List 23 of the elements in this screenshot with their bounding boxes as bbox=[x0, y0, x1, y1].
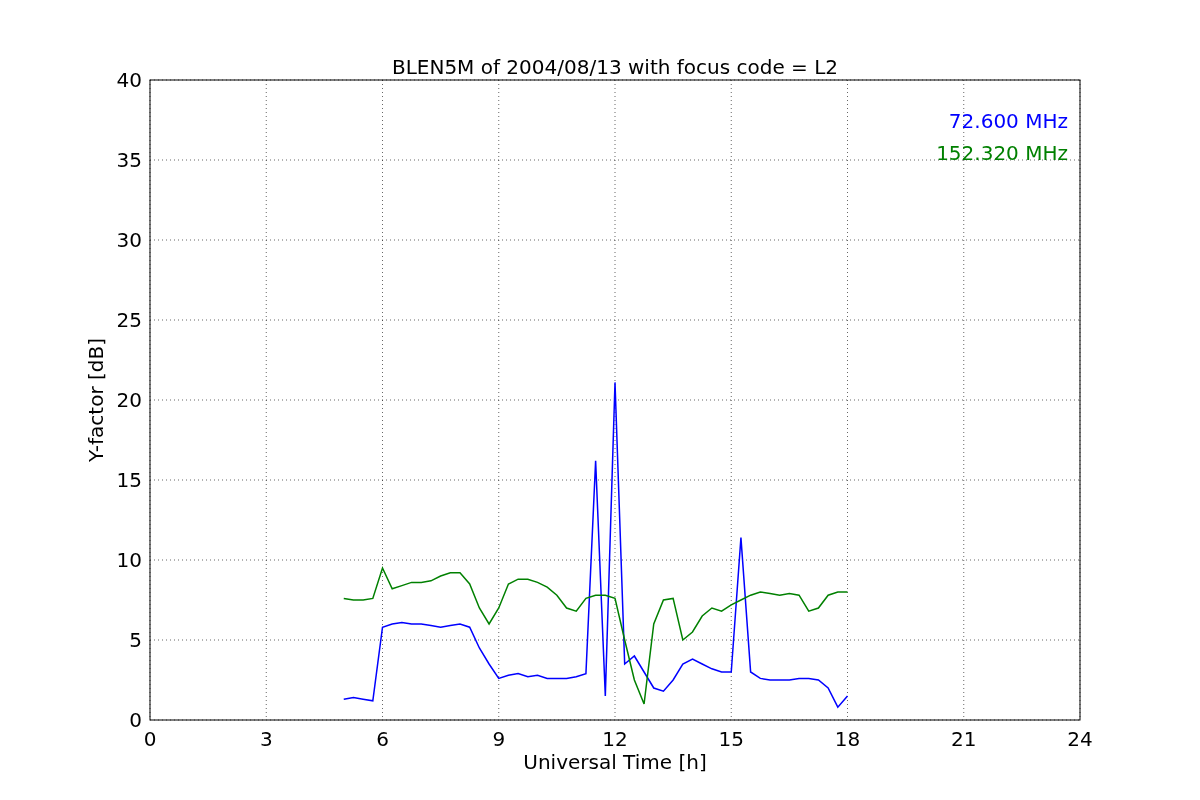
legend-label: 152.320 MHz bbox=[936, 141, 1068, 165]
x-tick-label: 15 bbox=[718, 727, 744, 751]
chart-title: BLEN5M of 2004/08/13 with focus code = L2 bbox=[391, 55, 839, 79]
x-tick-label: 6 bbox=[376, 727, 389, 751]
y-tick-label: 20 bbox=[116, 388, 142, 412]
x-tick-label: 0 bbox=[143, 727, 157, 751]
x-tick-label: 18 bbox=[834, 727, 861, 751]
y-tick-label: 35 bbox=[116, 148, 142, 172]
x-tick-label: 3 bbox=[259, 727, 273, 751]
y-tick-label: 30 bbox=[116, 228, 142, 252]
x-tick-label: 12 bbox=[602, 727, 628, 751]
x-tick-label: 24 bbox=[1067, 727, 1093, 751]
y-tick-label: 10 bbox=[116, 548, 142, 572]
y-tick-label: 40 bbox=[116, 68, 142, 92]
y-tick-label: 5 bbox=[129, 628, 142, 652]
x-tick-label: 9 bbox=[492, 727, 506, 751]
y-tick-label: 15 bbox=[116, 468, 142, 492]
legend-label: 72.600 MHz bbox=[948, 109, 1068, 133]
x-tick-label: 21 bbox=[951, 727, 977, 751]
x-axis-label: Universal Time [h] bbox=[523, 750, 707, 774]
y-axis-label: Y-factor [dB] bbox=[84, 338, 108, 462]
y-tick-label: 25 bbox=[116, 308, 142, 332]
y-tick-label: 0 bbox=[129, 708, 142, 732]
